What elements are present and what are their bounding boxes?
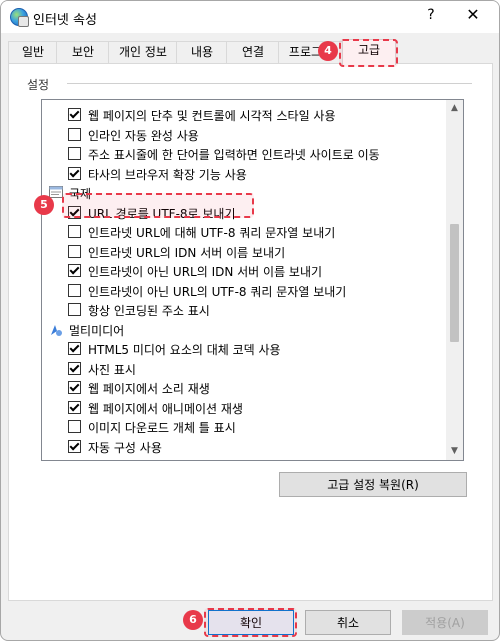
option-label: 인트라넷 URL의 IDN 서버 이름 보내기	[88, 245, 286, 260]
tab-connections[interactable]: 연결	[226, 41, 280, 63]
list-item-show-encoded-address[interactable]: 항상 인코딩된 주소 표시	[42, 300, 438, 319]
list-item-visual-styles[interactable]: 웹 페이지의 단추 및 컨트롤에 시각적 스타일 사용	[42, 105, 438, 124]
tab-security[interactable]: 보안	[56, 41, 110, 63]
title-bar: 인터넷 속성 ? ✕	[1, 1, 499, 33]
window-title: 인터넷 속성	[33, 13, 97, 28]
checkbox[interactable]	[68, 264, 81, 277]
globe-settings-icon	[49, 186, 63, 198]
option-label: 웹 페이지에서 소리 재생	[88, 382, 210, 396]
list-item-category-multimedia: 멀티미디어	[42, 320, 438, 339]
help-button[interactable]: ?	[423, 7, 439, 25]
step-badge-option: 5	[34, 195, 54, 215]
tab-privacy[interactable]: 개인 정보	[108, 41, 178, 63]
cancel-button[interactable]: 취소	[305, 610, 391, 635]
option-label: 이미지 다운로드 개체 틀 표시	[88, 421, 236, 435]
checkbox[interactable]	[68, 225, 81, 238]
checkbox[interactable]	[68, 439, 81, 453]
list-item-html5-alt-codecs[interactable]: HTML5 미디어 요소의 대체 코덱 사용	[42, 339, 438, 358]
checkbox[interactable]	[68, 400, 81, 414]
utf8-option-highlight	[62, 193, 254, 218]
step-badge-tab: 4	[318, 41, 338, 61]
tab-content[interactable]: 내용	[176, 41, 228, 63]
internet-options-icon	[10, 8, 29, 27]
internet-options-dialog: 인터넷 속성 ? ✕ 일반 보안 개인 정보 내용 연결 프로그램 고급 설정 …	[0, 0, 500, 641]
option-label: 타사의 브라우저 확장 기능 사용	[88, 167, 247, 182]
checkbox[interactable]	[68, 127, 81, 141]
checkbox[interactable]	[68, 244, 81, 258]
checkbox[interactable]	[68, 283, 81, 297]
checkbox[interactable]	[68, 420, 81, 433]
scroll-up-icon[interactable]: ▲	[446, 100, 463, 117]
option-label: 항상 인코딩된 주소 표시	[88, 304, 210, 318]
advanced-tab-highlight	[339, 39, 398, 67]
list-item-intranet-single-word[interactable]: 주소 표시줄에 한 단어를 입력하면 인트라넷 사이트로 이동	[42, 144, 438, 163]
option-label: 웹 페이지의 단추 및 컨트롤에 시각적 스타일 사용	[88, 109, 336, 123]
list-item-auto-config[interactable]: 자동 구성 사용	[42, 437, 438, 456]
option-label: 인트라넷이 아닌 URL의 IDN 서버 이름 보내기	[88, 265, 323, 279]
option-label: 인트라넷이 아닌 URL의 UTF-8 쿼리 문자열 보내기	[88, 284, 347, 299]
apply-button[interactable]: 적용(A)	[402, 610, 488, 635]
checkbox[interactable]	[68, 381, 81, 394]
option-label: 사진 표시	[88, 362, 136, 377]
list-item-intranet-idn[interactable]: 인트라넷 URL의 IDN 서버 이름 보내기	[42, 242, 438, 261]
tab-strip: 일반 보안 개인 정보 내용 연결 프로그램 고급	[8, 39, 490, 65]
list-item-show-pictures[interactable]: 사진 표시	[42, 359, 438, 378]
option-label: 인라인 자동 완성 사용	[88, 128, 199, 143]
list-item-non-intranet-idn[interactable]: 인트라넷이 아닌 URL의 IDN 서버 이름 보내기	[42, 261, 438, 280]
category-label: 멀티미디어	[69, 323, 125, 338]
vertical-scrollbar[interactable]: ▲ ▼	[446, 100, 463, 460]
group-divider	[67, 83, 472, 84]
checkbox[interactable]	[68, 342, 81, 355]
list-item-image-placeholder[interactable]: 이미지 다운로드 개체 틀 표시	[42, 417, 438, 436]
list-item-inline-autocomplete[interactable]: 인라인 자동 완성 사용	[42, 125, 438, 144]
ok-button-highlight	[204, 608, 297, 637]
checkbox[interactable]	[68, 108, 81, 121]
tab-general[interactable]: 일반	[8, 41, 58, 63]
settings-list[interactable]: 웹 페이지의 단추 및 컨트롤에 시각적 스타일 사용인라인 자동 완성 사용주…	[41, 99, 464, 461]
option-label: 주소 표시줄에 한 단어를 입력하면 인트라넷 사이트로 이동	[88, 148, 380, 162]
scroll-down-icon[interactable]: ▼	[446, 443, 463, 460]
step-badge-ok: 6	[183, 610, 203, 630]
list-item-play-sounds[interactable]: 웹 페이지에서 소리 재생	[42, 378, 438, 397]
option-label: 인트라넷 URL에 대해 UTF-8 쿼리 문자열 보내기	[88, 226, 336, 240]
checkbox[interactable]	[68, 147, 81, 160]
checkbox[interactable]	[68, 166, 81, 180]
close-button[interactable]: ✕	[463, 5, 483, 27]
checkbox[interactable]	[68, 361, 81, 375]
list-item-intranet-utf8-query[interactable]: 인트라넷 URL에 대해 UTF-8 쿼리 문자열 보내기	[42, 222, 438, 241]
option-label: 웹 페이지에서 애니메이션 재생	[88, 401, 243, 416]
list-item-non-intranet-utf8-query[interactable]: 인트라넷이 아닌 URL의 UTF-8 쿼리 문자열 보내기	[42, 281, 438, 300]
list-item-third-party-extensions[interactable]: 타사의 브라우저 확장 기능 사용	[42, 164, 438, 183]
scrollbar-thumb[interactable]	[450, 224, 459, 342]
checkbox[interactable]	[68, 303, 81, 316]
option-label: HTML5 미디어 요소의 대체 코덱 사용	[88, 343, 281, 357]
settings-group-label: 설정	[27, 78, 50, 92]
option-label: 자동 구성 사용	[88, 440, 162, 455]
list-item-play-animations[interactable]: 웹 페이지에서 애니메이션 재생	[42, 398, 438, 417]
multimedia-icon	[49, 323, 63, 336]
advanced-panel: 설정 웹 페이지의 단추 및 컨트롤에 시각적 스타일 사용인라인 자동 완성 …	[8, 63, 493, 601]
restore-advanced-settings-button[interactable]: 고급 설정 복원(R)	[279, 472, 467, 497]
